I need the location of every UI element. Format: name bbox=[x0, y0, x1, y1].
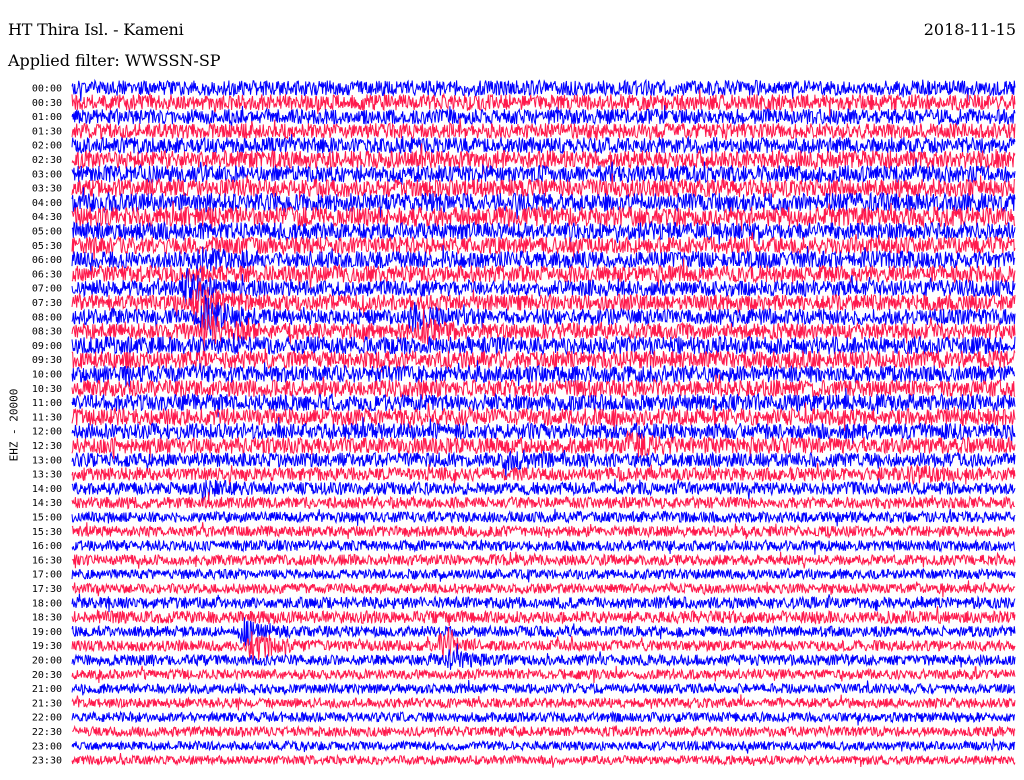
trace-row bbox=[71, 710, 1015, 726]
row-time-label: 16:30 bbox=[32, 555, 62, 566]
trace-row bbox=[71, 538, 1016, 555]
row-time-label: 14:00 bbox=[32, 484, 62, 495]
row-time-label: 22:30 bbox=[32, 727, 62, 738]
trace-row bbox=[71, 593, 1016, 613]
row-time-label: 14:30 bbox=[32, 498, 62, 509]
trace-row bbox=[71, 134, 1016, 156]
row-time-label: 23:00 bbox=[32, 741, 62, 752]
row-time-label: 13:30 bbox=[32, 470, 62, 481]
trace-row bbox=[71, 522, 1015, 540]
row-time-label: 20:30 bbox=[32, 670, 62, 681]
trace-row bbox=[71, 551, 1016, 569]
row-time-label: 07:30 bbox=[32, 298, 62, 309]
row-time-label: 09:30 bbox=[32, 355, 62, 366]
row-time-label: 13:00 bbox=[32, 455, 62, 466]
row-time-label: 18:30 bbox=[32, 613, 62, 624]
row-time-label: 01:30 bbox=[32, 126, 62, 137]
row-time-label: 21:30 bbox=[32, 698, 62, 709]
row-time-label: 19:30 bbox=[32, 641, 62, 652]
row-time-label: 18:00 bbox=[32, 598, 62, 609]
row-time-label: 17:30 bbox=[32, 584, 62, 595]
row-time-label: 22:00 bbox=[32, 713, 62, 724]
row-time-label: 02:00 bbox=[32, 141, 62, 152]
row-time-label: 04:30 bbox=[32, 212, 62, 223]
trace-row bbox=[71, 738, 1016, 754]
row-time-label: 12:00 bbox=[32, 427, 62, 438]
row-time-label: 10:30 bbox=[32, 384, 62, 395]
trace-row bbox=[71, 694, 1016, 711]
trace-row bbox=[71, 665, 1016, 684]
trace-row bbox=[71, 724, 1016, 739]
trace-row bbox=[71, 463, 1016, 486]
row-time-label: 17:00 bbox=[32, 570, 62, 581]
row-time-label: 19:00 bbox=[32, 627, 62, 638]
row-time-label: 12:30 bbox=[32, 441, 62, 452]
trace-row bbox=[71, 567, 1016, 583]
trace-row bbox=[71, 508, 1016, 527]
row-time-label: 05:30 bbox=[32, 241, 62, 252]
trace-row bbox=[71, 492, 1015, 510]
helicorder-plot: 00:00 00:30 01:00 01:30 02:00 02:30 03:00 03:30… bbox=[32, 78, 1016, 768]
row-time-label: 06:00 bbox=[32, 255, 62, 266]
row-time-label: 11:00 bbox=[32, 398, 62, 409]
row-time-label: 15:30 bbox=[32, 527, 62, 538]
row-time-label: 05:00 bbox=[32, 227, 62, 238]
row-time-label: 00:00 bbox=[32, 84, 62, 95]
row-time-label: 07:00 bbox=[32, 284, 62, 295]
row-time-label: 03:00 bbox=[32, 169, 62, 180]
trace-row bbox=[71, 580, 1016, 598]
row-time-label: 09:00 bbox=[32, 341, 62, 352]
trace-row bbox=[71, 753, 1016, 768]
row-time-label: 15:00 bbox=[32, 513, 62, 524]
row-time-label: 08:00 bbox=[32, 312, 62, 323]
row-time-label: 16:00 bbox=[32, 541, 62, 552]
trace-row bbox=[71, 679, 1016, 696]
trace-row bbox=[71, 606, 1016, 627]
row-time-label: 06:30 bbox=[32, 269, 62, 280]
row-time-label: 11:30 bbox=[32, 412, 62, 423]
row-time-label: 10:00 bbox=[32, 370, 62, 381]
row-time-label: 02:30 bbox=[32, 155, 62, 166]
row-time-label: 23:30 bbox=[32, 756, 62, 767]
row-time-label: 08:30 bbox=[32, 327, 62, 338]
row-time-label: 00:30 bbox=[32, 98, 62, 109]
row-time-label: 20:00 bbox=[32, 656, 62, 667]
row-time-label: 01:00 bbox=[32, 112, 62, 123]
row-time-label: 04:00 bbox=[32, 198, 62, 209]
row-time-label: 21:00 bbox=[32, 684, 62, 695]
row-time-label: 03:30 bbox=[32, 184, 62, 195]
